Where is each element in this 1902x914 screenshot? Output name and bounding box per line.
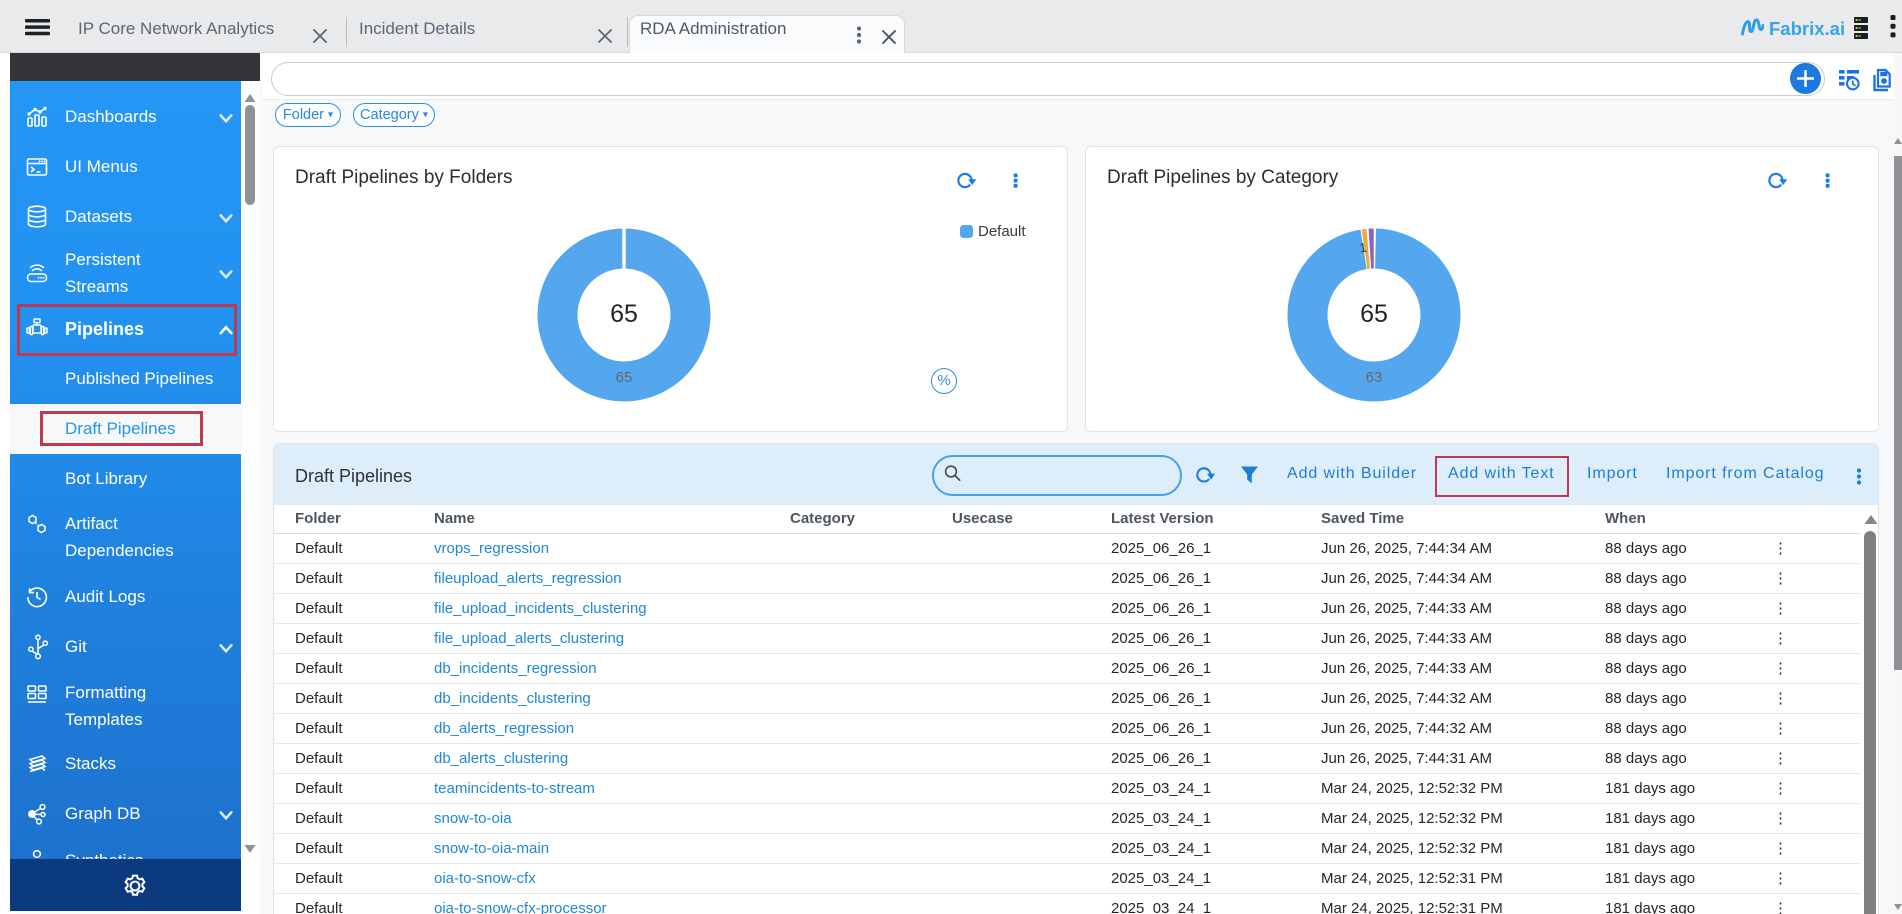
svg-text:65: 65 — [610, 300, 638, 328]
svg-text:63: 63 — [1366, 369, 1383, 386]
svg-text:65: 65 — [1360, 300, 1388, 328]
svg-text:65: 65 — [616, 369, 633, 386]
